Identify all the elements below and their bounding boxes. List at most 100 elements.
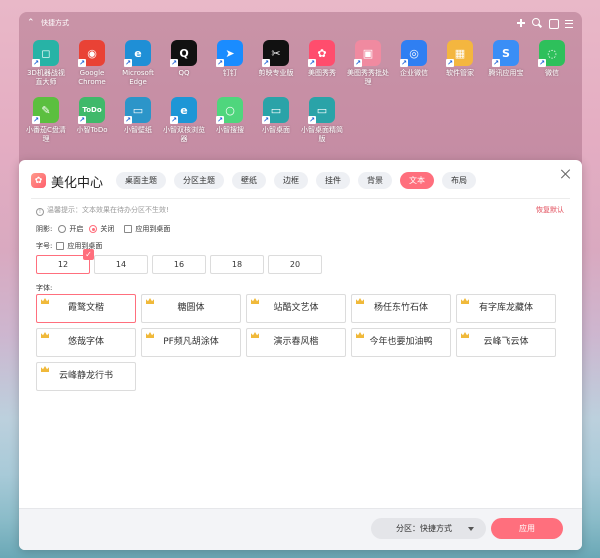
caret-down-icon xyxy=(468,527,474,531)
font-option[interactable]: PF频凡胡涂体 xyxy=(141,328,241,357)
font-option-label: PF频凡胡涂体 xyxy=(163,337,219,347)
meitu-batch-icon: ▣ ↗ xyxy=(354,40,381,67)
partition-select[interactable]: 分区：快捷方式 xyxy=(371,518,486,539)
chevron-up-icon[interactable]: ⌃ xyxy=(27,18,39,28)
shadow-apply-desktop-label[interactable]: 应用到桌面 xyxy=(135,224,170,234)
info-icon: ! xyxy=(36,208,44,216)
wecom-icon: ◎ ↗ xyxy=(400,40,427,67)
shortcut-arrow-icon: ↗ xyxy=(124,116,132,124)
shadow-apply-desktop-checkbox[interactable] xyxy=(124,225,133,233)
font-option[interactable]: 霞鹜文楷 xyxy=(36,294,136,323)
font-size-label: 字号: xyxy=(36,242,53,250)
shadow-off-label[interactable]: 关闭 xyxy=(100,224,114,234)
font-option[interactable]: 站酷文艺体 xyxy=(246,294,346,323)
desktop-fence: ⌃ 快捷方式 ◻ ↗ 3D机器战视 直大师 ◉ ↗ Google Chrome e ↗ Micr… xyxy=(19,12,582,164)
wallpaper-icon: ▭ ↗ xyxy=(124,97,151,124)
check-icon: ✓ xyxy=(83,249,94,260)
font-option-label: 糖圆体 xyxy=(177,303,205,313)
tab[interactable]: 布局 xyxy=(442,172,476,189)
crown-icon xyxy=(356,298,364,304)
crown-icon xyxy=(146,298,154,304)
font-option[interactable]: 糖圆体 xyxy=(141,294,241,323)
tab[interactable]: 桌面主题 xyxy=(116,172,166,189)
crown-icon xyxy=(356,332,364,338)
shadow-on-label[interactable]: 开启 xyxy=(69,224,83,234)
font-option-label: 霞鹜文楷 xyxy=(67,303,104,313)
shortcut-arrow-icon: ↗ xyxy=(354,59,362,67)
crown-icon xyxy=(41,332,49,338)
shadow-label: 阴影: xyxy=(36,225,53,233)
crown-icon xyxy=(461,332,469,338)
font-size-option[interactable]: 16 xyxy=(152,255,206,274)
beautify-center-window: ✿ 美化中心 桌面主题 分区主题 壁纸 边框 挂件 背景 文本 布局 ! 温馨提示：文本效果在待… xyxy=(19,160,582,550)
apply-button[interactable]: 应用 xyxy=(491,518,563,539)
font-option-label: 悠哉字体 xyxy=(67,337,104,347)
font-option-label: 杨任东竹石体 xyxy=(373,303,428,313)
font-size-option[interactable]: 18 xyxy=(210,255,264,274)
font-option[interactable]: 有字库龙藏体 xyxy=(456,294,556,323)
tip-text: 温馨提示：文本效果在待办分区不生效! xyxy=(47,206,169,214)
crown-icon xyxy=(251,298,259,304)
desktop-lite-icon: ▭ ↗ xyxy=(308,97,335,124)
shortcut-label: 小智桌面精简 版 xyxy=(301,126,343,143)
crown-icon xyxy=(41,366,49,372)
font-option-label: 站酷文艺体 xyxy=(273,303,319,313)
font-option[interactable]: 云峰静龙行书 xyxy=(36,362,136,391)
shortcut-arrow-icon: ↗ xyxy=(216,59,224,67)
font-option[interactable]: 今年也要加油鸭 xyxy=(351,328,451,357)
desktop-shortcut[interactable]: ▭ ↗ 小智桌面精简 版 xyxy=(293,97,351,144)
shortcut-arrow-icon: ↗ xyxy=(32,59,40,67)
reset-default-link[interactable]: 恢复默认 xyxy=(536,205,564,215)
game-icon: ◻ ↗ xyxy=(32,40,59,67)
close-icon[interactable] xyxy=(560,168,572,180)
font-option[interactable]: 云峰飞云体 xyxy=(456,328,556,357)
shortcut-arrow-icon: ↗ xyxy=(78,116,86,124)
font-option[interactable]: 杨任东竹石体 xyxy=(351,294,451,323)
footer: 分区：快捷方式 应用 xyxy=(19,508,582,550)
browser-icon: e ↗ xyxy=(170,97,197,124)
font-size-option[interactable]: 12 ✓ xyxy=(36,249,94,274)
font-option-label: 云峰飞云体 xyxy=(483,337,529,347)
shortcut-arrow-icon: ↗ xyxy=(446,59,454,67)
pin-icon[interactable] xyxy=(548,18,559,29)
desktop-icon: ▭ ↗ xyxy=(262,97,289,124)
font-option-label: 云峰静龙行书 xyxy=(58,371,113,381)
font-option-label: 有字库龙藏体 xyxy=(478,303,533,313)
search-icon[interactable] xyxy=(532,18,542,28)
shortcut-arrow-icon: ↗ xyxy=(492,59,500,67)
font-option[interactable]: 演示春风楷 xyxy=(246,328,346,357)
shortcut-arrow-icon: ↗ xyxy=(170,59,178,67)
font-option-label: 今年也要加油鸭 xyxy=(369,337,433,347)
font-size-option[interactable]: 20 xyxy=(268,255,322,274)
tab[interactable]: 边框 xyxy=(274,172,308,189)
desktop-shortcut[interactable]: ◌ ↗ 微信 xyxy=(523,40,581,78)
tab[interactable]: 挂件 xyxy=(316,172,350,189)
shortcut-label: 微信 xyxy=(545,69,559,77)
tab[interactable]: 背景 xyxy=(358,172,392,189)
tab[interactable]: 文本 xyxy=(400,172,434,189)
shortcut-arrow-icon: ↗ xyxy=(262,116,270,124)
todo-icon: ToDo ↗ xyxy=(78,97,105,124)
tab[interactable]: 分区主题 xyxy=(174,172,224,189)
fence-header: ⌃ 快捷方式 xyxy=(19,12,582,34)
search-app-icon: ○ ↗ xyxy=(216,97,243,124)
shadow-on-radio[interactable] xyxy=(58,225,67,233)
font-size-options: 12 ✓ 14 16 18 20 xyxy=(36,249,322,274)
shortcut-arrow-icon: ↗ xyxy=(78,59,86,67)
crown-icon xyxy=(251,332,259,338)
font-option-label: 演示春风楷 xyxy=(273,337,319,347)
size-apply-desktop-checkbox[interactable] xyxy=(56,242,65,250)
partition-select-label: 分区：快捷方式 xyxy=(396,524,452,533)
window-title: 美化中心 xyxy=(51,176,104,191)
font-option[interactable]: 悠哉字体 xyxy=(36,328,136,357)
tab[interactable]: 壁纸 xyxy=(232,172,266,189)
font-size-option[interactable]: 14 xyxy=(94,255,148,274)
shadow-row: 阴影: 开启 关闭 应用到桌面 xyxy=(36,224,170,234)
shadow-off-radio[interactable] xyxy=(89,225,98,233)
add-icon[interactable] xyxy=(516,18,526,28)
menu-icon[interactable] xyxy=(564,18,574,28)
shortcut-arrow-icon: ↗ xyxy=(216,116,224,124)
appstore-icon: S ↗ xyxy=(492,40,519,67)
font-label: 字体: xyxy=(36,284,53,292)
crown-icon xyxy=(461,298,469,304)
